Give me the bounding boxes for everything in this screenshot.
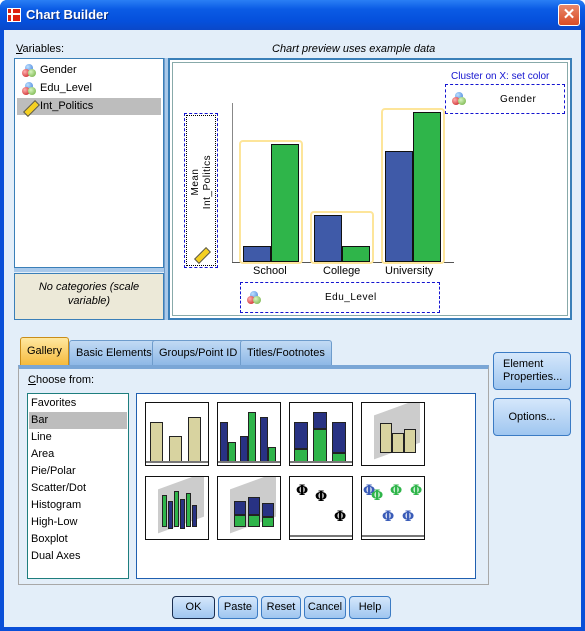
y-axis-line	[232, 103, 233, 263]
chart-type-scatter-dot[interactable]: Scatter/Dot	[29, 480, 127, 497]
dialog-client: Variables: Gender Edu_Level Int_Politics…	[4, 30, 581, 627]
x-tick-university: University	[385, 265, 434, 277]
variable-item-gender[interactable]: Gender	[17, 62, 161, 79]
chart-type-boxplot[interactable]: Boxplot	[29, 531, 127, 548]
gallery-tab-panel: Choose from: Favorites Bar Line Area Pie…	[18, 365, 489, 585]
element-properties-button[interactable]: Element Properties...	[493, 352, 571, 390]
variables-list[interactable]: Gender Edu_Level Int_Politics	[14, 58, 164, 268]
cluster-color-drop-zone[interactable]: Gender	[445, 84, 565, 114]
variables-label-rest: ariables:	[22, 43, 65, 55]
variable-item-int-politics[interactable]: Int_Politics	[17, 98, 161, 115]
reset-button[interactable]: Reset	[261, 596, 301, 619]
chart-type-pie-polar[interactable]: Pie/Polar	[29, 463, 127, 480]
chart-type-favorites[interactable]: Favorites	[29, 395, 127, 412]
bar-university-series-2[interactable]	[413, 111, 441, 262]
chart-type-histogram[interactable]: Histogram	[29, 497, 127, 514]
nominal-variable-icon	[452, 92, 466, 106]
thumb-simple-error-bar[interactable]: Φ Φ Φ	[289, 476, 353, 540]
variable-name: Int_Politics	[40, 100, 94, 112]
element-properties-line2: Properties...	[503, 371, 563, 383]
chart-preview-canvas[interactable]: Cluster on X: set color Gender Mean Int_…	[168, 58, 572, 320]
scale-ruler-icon	[193, 247, 207, 261]
tab-groups-point-id[interactable]: Groups/Point ID	[152, 340, 245, 365]
preview-caption: Chart preview uses example data	[272, 43, 436, 55]
nominal-variable-icon	[247, 291, 261, 305]
bar-college-series-1[interactable]	[314, 214, 342, 262]
variable-name: Gender	[40, 64, 77, 76]
thumb-clustered-error-bar[interactable]: Φ Φ Φ Φ Φ Φ	[361, 476, 425, 540]
chart-type-high-low[interactable]: High-Low	[29, 514, 127, 531]
choose-from-hotkey: C	[28, 374, 36, 386]
chart-type-dual-axes[interactable]: Dual Axes	[29, 548, 127, 565]
choose-from-label: Choose from:	[28, 374, 94, 386]
chart-type-line[interactable]: Line	[29, 429, 127, 446]
scale-ruler-icon	[22, 100, 36, 114]
thumb-clustered-bar[interactable]	[217, 402, 281, 466]
thumb-simple-3d-bar[interactable]	[361, 402, 425, 466]
nominal-variable-icon	[22, 82, 36, 96]
cluster-variable-name: Gender	[500, 94, 537, 105]
preview-inner-frame: Cluster on X: set color Gender Mean Int_…	[172, 62, 568, 316]
tab-basic-elements[interactable]: Basic Elements	[69, 340, 159, 365]
title-bar[interactable]: Chart Builder ✕	[0, 0, 585, 30]
tab-gallery[interactable]: Gallery	[20, 337, 69, 366]
window-title: Chart Builder	[26, 7, 109, 22]
variables-label: Variables:	[16, 43, 64, 55]
x-tick-school: School	[253, 265, 287, 277]
tab-titles-footnotes[interactable]: Titles/Footnotes	[240, 340, 332, 365]
y-axis-drop-zone[interactable]: Mean Int_Politics	[184, 113, 218, 268]
gallery-thumbnails: Φ Φ Φ Φ Φ Φ Φ Φ Φ	[136, 393, 476, 579]
bar-school-series-2[interactable]	[271, 143, 299, 262]
chart-type-bar[interactable]: Bar	[29, 412, 127, 429]
bar-college-series-2[interactable]	[342, 246, 370, 262]
horizontal-splitter[interactable]	[14, 268, 164, 272]
bar-university-series-1[interactable]	[385, 151, 413, 262]
variable-item-edu-level[interactable]: Edu_Level	[17, 80, 161, 97]
chart-type-area[interactable]: Area	[29, 446, 127, 463]
x-axis-drop-zone[interactable]: Edu_Level	[240, 282, 440, 313]
choose-from-rest: hoose from:	[35, 374, 95, 386]
thumb-stacked-bar[interactable]	[289, 402, 353, 466]
close-icon: ✕	[562, 6, 576, 23]
chart-type-list[interactable]: Favorites Bar Line Area Pie/Polar Scatte…	[27, 393, 129, 579]
y-axis-label-line2: Int_Politics	[202, 154, 213, 210]
close-button[interactable]: ✕	[558, 4, 580, 26]
y-axis-label: Mean Int_Politics	[190, 137, 214, 227]
x-axis-variable-name: Edu_Level	[325, 292, 377, 303]
cancel-button[interactable]: Cancel	[304, 596, 346, 619]
chart-builder-window: Chart Builder ✕ Variables: Gender Edu_Le…	[0, 0, 585, 631]
ok-button[interactable]: OK	[172, 596, 215, 619]
nominal-variable-icon	[22, 64, 36, 78]
categories-text-line1: No categories (scale	[38, 281, 140, 293]
chart-builder-app-icon	[7, 8, 21, 22]
thumb-clustered-3d-bar[interactable]	[145, 476, 209, 540]
thumb-stacked-3d-bar[interactable]	[217, 476, 281, 540]
paste-button[interactable]: Paste	[218, 596, 258, 619]
element-properties-line1: Element	[503, 358, 544, 370]
bar-school-series-1[interactable]	[243, 246, 271, 262]
x-tick-college: College	[323, 265, 361, 277]
y-axis-label-line1: Mean	[190, 168, 201, 196]
variable-name: Edu_Level	[40, 82, 92, 94]
thumb-simple-bar[interactable]	[145, 402, 209, 466]
cluster-drop-label: Cluster on X: set color	[451, 71, 550, 82]
help-button[interactable]: Help	[349, 596, 391, 619]
categories-text-line2: variable)	[67, 295, 111, 307]
categories-box: No categories (scale variable)	[14, 273, 164, 320]
options-button[interactable]: Options...	[493, 398, 571, 436]
